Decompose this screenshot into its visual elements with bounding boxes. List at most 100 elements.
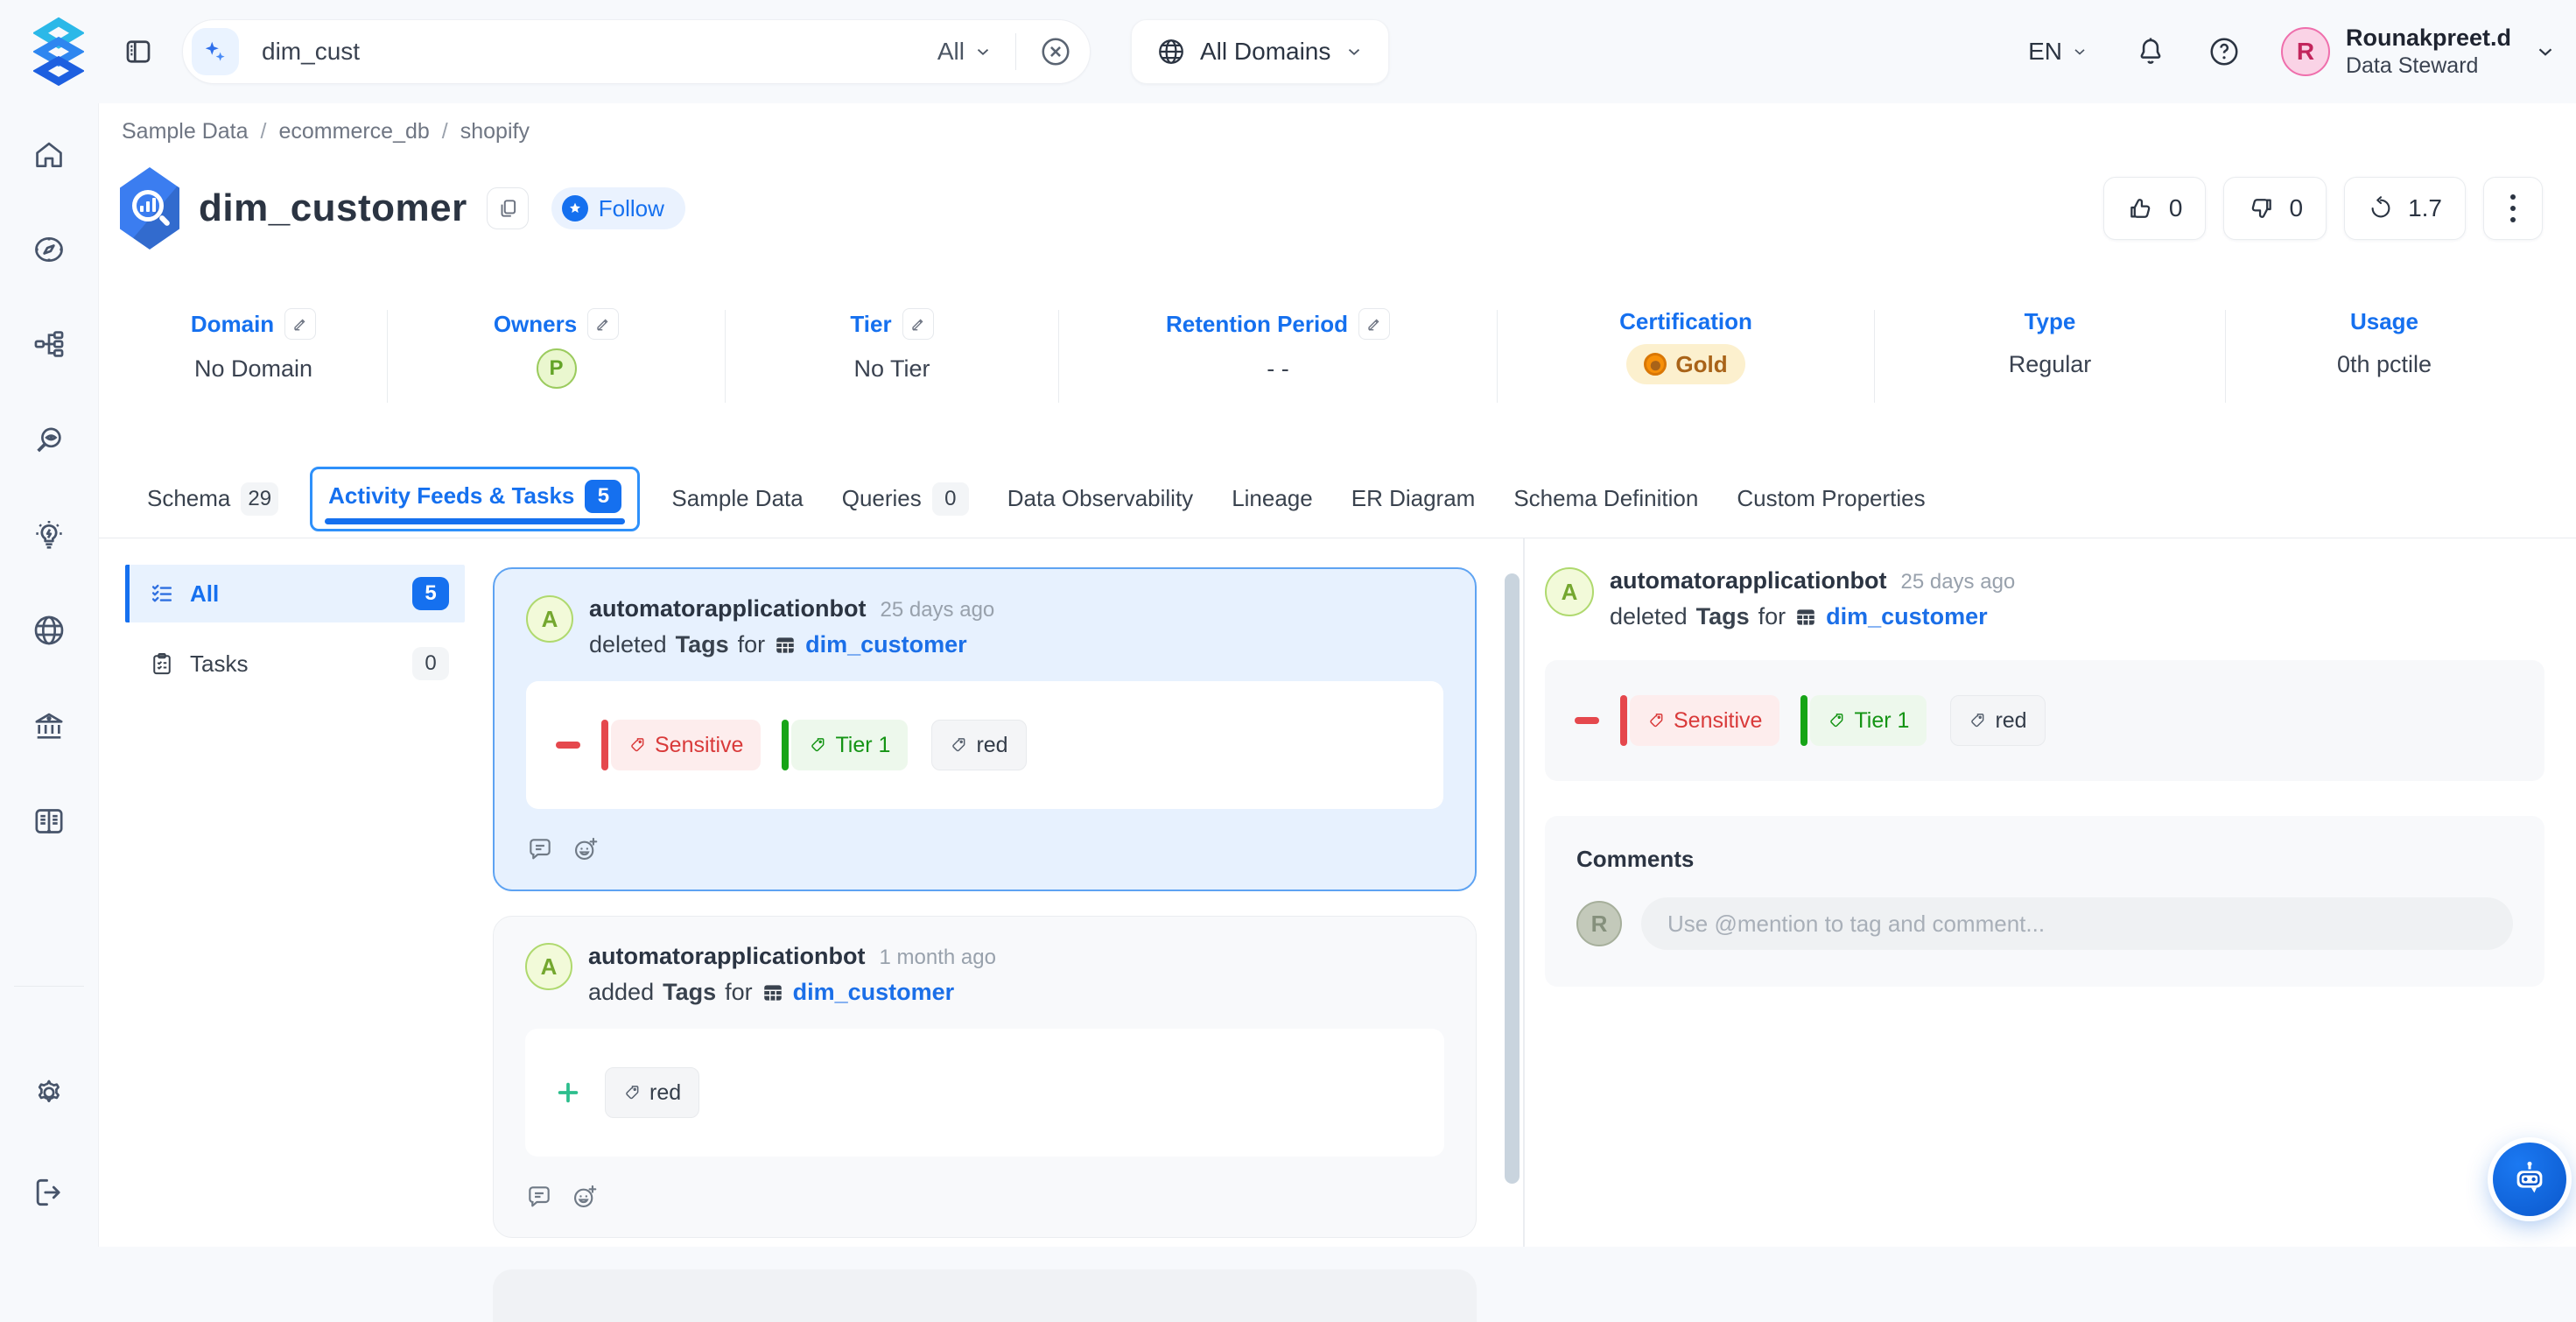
tab-custom-properties[interactable]: Custom Properties xyxy=(1737,485,1925,512)
tab-schema-definition[interactable]: Schema Definition xyxy=(1513,485,1698,512)
type-label: Type xyxy=(2025,308,2076,335)
breadcrumb-database[interactable]: ecommerce_db xyxy=(278,119,429,144)
add-reaction-icon[interactable] xyxy=(572,835,600,863)
tag-icon xyxy=(1969,712,1986,729)
logout-icon[interactable] xyxy=(32,1175,67,1210)
tag-change-box: red xyxy=(525,1029,1444,1157)
edit-tier-icon[interactable] xyxy=(902,308,934,340)
feed-object: Tags xyxy=(663,979,716,1006)
tab-er-diagram[interactable]: ER Diagram xyxy=(1351,485,1476,512)
feed-action: added xyxy=(588,979,654,1006)
upvote-count: 0 xyxy=(2169,194,2183,222)
panel-divider xyxy=(1523,538,1525,1247)
filter-all-label: All xyxy=(190,580,219,608)
entity-link[interactable]: dim_customer xyxy=(805,631,967,658)
all-domains-label: All Domains xyxy=(1200,38,1330,66)
insights-lightbulb-icon[interactable] xyxy=(32,518,67,553)
add-reaction-icon[interactable] xyxy=(571,1183,599,1211)
user-info[interactable]: Rounakpreet.d Data Steward xyxy=(2346,24,2511,81)
feed-user-name[interactable]: automatorapplicationbot xyxy=(589,595,867,622)
language-selector[interactable]: EN xyxy=(2028,38,2088,66)
detail-user-name[interactable]: automatorapplicationbot xyxy=(1610,567,1887,594)
entity-link[interactable]: dim_customer xyxy=(793,979,955,1006)
user-avatar[interactable]: R xyxy=(2281,27,2330,76)
breadcrumb-service[interactable]: Sample Data xyxy=(122,119,249,144)
notifications-bell-icon[interactable] xyxy=(2134,35,2167,68)
topbar: dim_cust All All Domains EN xyxy=(0,0,2576,103)
tab-lineage[interactable]: Lineage xyxy=(1232,485,1313,512)
governance-bank-icon[interactable] xyxy=(32,709,67,744)
observability-search-eye-icon[interactable] xyxy=(32,424,66,457)
thumbs-down-icon xyxy=(2247,194,2275,222)
removed-minus-icon xyxy=(556,742,580,749)
global-search-bar[interactable]: dim_cust All xyxy=(182,19,1091,84)
help-icon[interactable] xyxy=(2207,35,2241,68)
page-title: dim_customer xyxy=(199,186,467,230)
tab-sample-data[interactable]: Sample Data xyxy=(671,485,803,512)
entity-link[interactable]: dim_customer xyxy=(1826,603,1988,630)
follow-button[interactable]: Follow xyxy=(551,187,685,229)
feed-user-name[interactable]: automatorapplicationbot xyxy=(588,943,866,970)
feed-card-added-tags[interactable]: A automatorapplicationbot 1 month ago ad… xyxy=(493,916,1477,1238)
tab-queries[interactable]: Queries 0 xyxy=(842,482,969,516)
tag-red: red xyxy=(602,1067,699,1118)
all-domains-dropdown[interactable]: All Domains xyxy=(1131,19,1389,84)
filter-tasks[interactable]: Tasks 0 xyxy=(125,635,465,693)
domain-value: No Domain xyxy=(194,355,312,383)
tag-icon xyxy=(1647,712,1665,729)
discovery-globe-icon[interactable] xyxy=(32,613,67,648)
certification-value: Gold xyxy=(1675,351,1727,378)
feed-list: A automatorapplicationbot 25 days ago de… xyxy=(493,567,1477,1322)
search-scope-dropdown[interactable]: All xyxy=(937,38,993,66)
tab-activity-feeds[interactable]: Activity Feeds & Tasks 5 xyxy=(310,467,640,531)
ai-sparkle-icon[interactable] xyxy=(192,28,239,75)
metadata-retention: Retention Period - - xyxy=(1059,305,1497,408)
entity-actions: 0 0 1.7 xyxy=(2103,177,2543,240)
glossary-book-icon[interactable] xyxy=(32,804,67,839)
tab-custom-properties-label: Custom Properties xyxy=(1737,485,1925,512)
domains-hierarchy-icon[interactable] xyxy=(32,327,66,361)
globe-icon xyxy=(1156,37,1186,67)
home-icon[interactable] xyxy=(32,138,66,172)
tier-value: No Tier xyxy=(853,355,930,383)
copy-name-button[interactable] xyxy=(487,187,529,229)
edit-owners-icon[interactable] xyxy=(587,308,619,340)
owner-avatar[interactable]: P xyxy=(537,348,577,389)
detail-action: deleted xyxy=(1610,603,1688,630)
version-history-icon xyxy=(2368,195,2394,222)
comment-input[interactable] xyxy=(1641,897,2513,950)
upvote-button[interactable]: 0 xyxy=(2103,177,2207,240)
settings-gear-icon[interactable] xyxy=(32,1075,67,1110)
breadcrumb-schema[interactable]: shopify xyxy=(460,119,530,144)
tab-data-observability[interactable]: Data Observability xyxy=(1007,485,1193,512)
tab-schema-definition-label: Schema Definition xyxy=(1513,485,1698,512)
tag-label: Sensitive xyxy=(1674,708,1762,734)
feed-card-partial[interactable] xyxy=(493,1269,1477,1322)
edit-domain-icon[interactable] xyxy=(284,308,316,340)
clear-search-icon[interactable] xyxy=(1039,35,1072,68)
user-menu-chevron-icon[interactable] xyxy=(2534,40,2557,63)
detail-tag-change-box: Sensitive Tier 1 red xyxy=(1545,660,2544,781)
edit-retention-icon[interactable] xyxy=(1358,308,1390,340)
search-input[interactable]: dim_cust xyxy=(262,38,937,66)
explore-compass-icon[interactable] xyxy=(32,233,66,266)
usage-value: 0th pctile xyxy=(2337,351,2432,378)
chatbot-button[interactable] xyxy=(2493,1143,2566,1216)
metadata-certification: Certification ● Gold xyxy=(1498,305,1874,408)
tab-schema[interactable]: Schema 29 xyxy=(147,482,278,516)
sidebar-collapse-icon[interactable] xyxy=(123,36,154,67)
more-options-button[interactable] xyxy=(2483,177,2543,240)
feed-scrollbar[interactable] xyxy=(1505,573,1520,1184)
filter-all[interactable]: All 5 xyxy=(125,565,465,622)
reply-comment-icon[interactable] xyxy=(526,835,554,863)
certification-badge: ● Gold xyxy=(1626,344,1744,384)
reply-comment-icon[interactable] xyxy=(525,1183,553,1211)
medal-icon: ● xyxy=(1644,353,1667,376)
app-logo-icon[interactable] xyxy=(33,17,84,87)
search-scope-label: All xyxy=(937,38,965,66)
downvote-button[interactable]: 0 xyxy=(2223,177,2327,240)
table-icon xyxy=(1794,606,1817,629)
feed-card-deleted-tags[interactable]: A automatorapplicationbot 25 days ago de… xyxy=(493,567,1477,891)
version-button[interactable]: 1.7 xyxy=(2344,177,2466,240)
tab-lineage-label: Lineage xyxy=(1232,485,1313,512)
